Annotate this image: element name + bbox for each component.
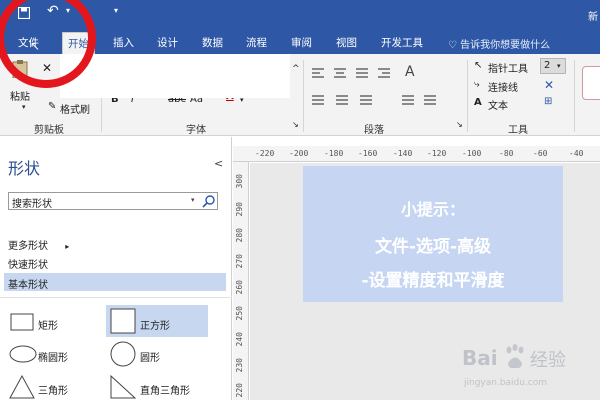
shape-circle-label: 圆形 <box>140 353 160 364</box>
shape-ellipse-label: 椭圆形 <box>38 353 68 364</box>
paste-dropdown-icon[interactable]: ▾ <box>22 103 26 111</box>
more-shapes-label: 更多形状 <box>8 241 48 252</box>
font-group-label: 字体 <box>186 125 206 136</box>
tab-review[interactable]: 审阅 <box>291 35 312 50</box>
shape-right-triangle-label: 直角三角形 <box>140 386 190 397</box>
ruler-tick: 260 <box>235 280 244 295</box>
chevron-down-icon: ▾ <box>557 62 561 70</box>
search-shapes-text: 搜索形状 <box>12 199 52 210</box>
chevron-down-icon[interactable]: ▾ <box>191 196 195 204</box>
tab-design[interactable]: 设计 <box>157 35 178 50</box>
circle-shape-icon[interactable] <box>110 341 136 367</box>
text-tool-button[interactable]: 文本 <box>488 97 508 112</box>
ruler-tick: -160 <box>358 149 378 158</box>
right-triangle-shape-icon[interactable] <box>110 375 136 399</box>
shapes-pane-title: 形状 <box>8 159 41 178</box>
ruler-tick: -220 <box>255 149 275 158</box>
tab-insert[interactable]: 插入 <box>113 35 134 50</box>
ruler-tick: -140 <box>393 149 413 158</box>
collapse-pane-icon[interactable]: < <box>214 157 223 170</box>
tab-data[interactable]: 数据 <box>202 35 223 50</box>
connector-icon[interactable]: ⤷ <box>474 79 480 90</box>
font-size-arrow-icon[interactable]: ^ <box>292 64 300 74</box>
text-block-icon[interactable]: ⊞ <box>544 96 552 107</box>
pointer-tool-button[interactable]: 指针工具 <box>488 60 528 75</box>
align-buttons[interactable] <box>312 67 396 81</box>
square-shape-icon[interactable] <box>110 308 136 334</box>
ruler-tick: 240 <box>235 332 244 347</box>
ruler-tick: 280 <box>235 228 244 243</box>
ruler-tick: -60 <box>533 149 548 158</box>
paragraph-dialog-launcher-icon[interactable]: ↘ <box>456 120 463 129</box>
paragraph-group-label: 段落 <box>364 125 384 136</box>
tab-view[interactable]: 视图 <box>336 35 357 50</box>
title-text: 新 <box>588 12 598 23</box>
ribbon-separator <box>467 60 468 132</box>
ruler-tick: 290 <box>235 202 244 217</box>
watermark-url: jingyan.baidu.com <box>464 378 548 388</box>
tab-process[interactable]: 流程 <box>246 35 267 50</box>
ruler-tick: -120 <box>427 149 447 158</box>
horizontal-ruler: -220 -200 -180 -160 -140 -120 -100 -80 -… <box>233 146 600 162</box>
shapes-pane: 形状 < 搜索形状 ▾ 更多形状 ▸ 快速形状 基本形状 矩形 正方形 椭圆形 … <box>0 137 232 400</box>
clipboard-group-label: 剪贴板 <box>34 125 64 136</box>
shape-rectangle-label: 矩形 <box>38 321 58 332</box>
chevron-right-icon: ▸ <box>65 242 70 251</box>
ruler-tick: -80 <box>499 149 514 158</box>
line-tool-dropdown-value: 2 <box>544 60 551 71</box>
shape-triangle-label: 三角形 <box>38 386 68 397</box>
customize-quick-access-icon[interactable]: ▾ <box>114 6 118 15</box>
watermark-cn: 经验 <box>530 350 566 371</box>
triangle-shape-icon[interactable] <box>9 375 35 399</box>
ellipse-shape-icon[interactable] <box>9 345 37 363</box>
shape-square-label: 正方形 <box>140 321 170 332</box>
line-tool-dropdown[interactable]: 2 ▾ <box>540 58 566 74</box>
search-shapes-input[interactable]: 搜索形状 ▾ <box>8 192 218 210</box>
tip-title: 小提示： <box>400 200 465 219</box>
ruler-tick: 270 <box>235 254 244 269</box>
ribbon-overlay <box>60 54 290 98</box>
rectangle-shape-icon[interactable] <box>10 313 34 331</box>
ruler-tick: 300 <box>235 174 244 189</box>
format-painter-icon[interactable]: ✎ <box>48 101 56 112</box>
connector-button[interactable]: 连接线 <box>488 79 518 94</box>
paragraph-buttons[interactable] <box>312 94 442 108</box>
quick-style-gallery[interactable] <box>582 66 600 100</box>
ruler-tick: -200 <box>289 149 309 158</box>
ruler-tick: -100 <box>462 149 482 158</box>
ribbon-separator <box>574 60 575 132</box>
tip-line-1: 文件-选项-高级 <box>374 237 492 257</box>
format-painter-button[interactable]: 格式刷 <box>60 101 90 116</box>
ruler-tick: -40 <box>569 149 584 158</box>
ruler-tick: 220 <box>235 383 244 398</box>
tab-developer[interactable]: 开发工具 <box>381 35 423 50</box>
lightbulb-icon: ♡ <box>448 40 457 51</box>
tell-me-box[interactable]: ♡ 告诉我你想要做什么 <box>448 36 550 51</box>
watermark: Bai 经验 jingyan.baidu.com <box>460 340 600 400</box>
paste-button[interactable]: 粘贴 <box>10 88 30 103</box>
vertical-ruler: 300 290 280 270 260 250 240 230 220 <box>233 162 249 400</box>
font-dialog-launcher-icon[interactable]: ↘ <box>292 120 299 129</box>
text-tool-icon[interactable]: A <box>474 97 482 108</box>
ruler-tick: 250 <box>235 306 244 321</box>
tip-box: 小提示： 文件-选项-高级 -设置精度和平滑度 <box>303 166 563 302</box>
text-format-icon[interactable]: A <box>405 64 415 80</box>
tip-line-2: -设置精度和平滑度 <box>361 271 505 291</box>
ribbon-separator <box>303 60 304 132</box>
pane-divider <box>0 297 232 298</box>
search-icon[interactable] <box>202 194 216 208</box>
basic-shapes-item[interactable]: 基本形状 <box>4 273 226 291</box>
watermark-brand: Bai <box>462 346 498 370</box>
more-shapes-item[interactable]: 更多形状 ▸ <box>8 237 69 252</box>
quick-shapes-item[interactable]: 快速形状 <box>8 256 48 271</box>
mouse-cursor-icon: ↖ <box>30 39 41 53</box>
ruler-tick: -180 <box>324 149 344 158</box>
paw-logo-icon <box>506 344 524 369</box>
connection-point-icon[interactable]: ✕ <box>544 78 554 92</box>
ruler-tick: 230 <box>235 358 244 373</box>
tools-group-label: 工具 <box>508 125 528 136</box>
pointer-tool-icon[interactable]: ↖ <box>474 60 482 71</box>
tell-me-text: 告诉我你想要做什么 <box>460 40 551 51</box>
